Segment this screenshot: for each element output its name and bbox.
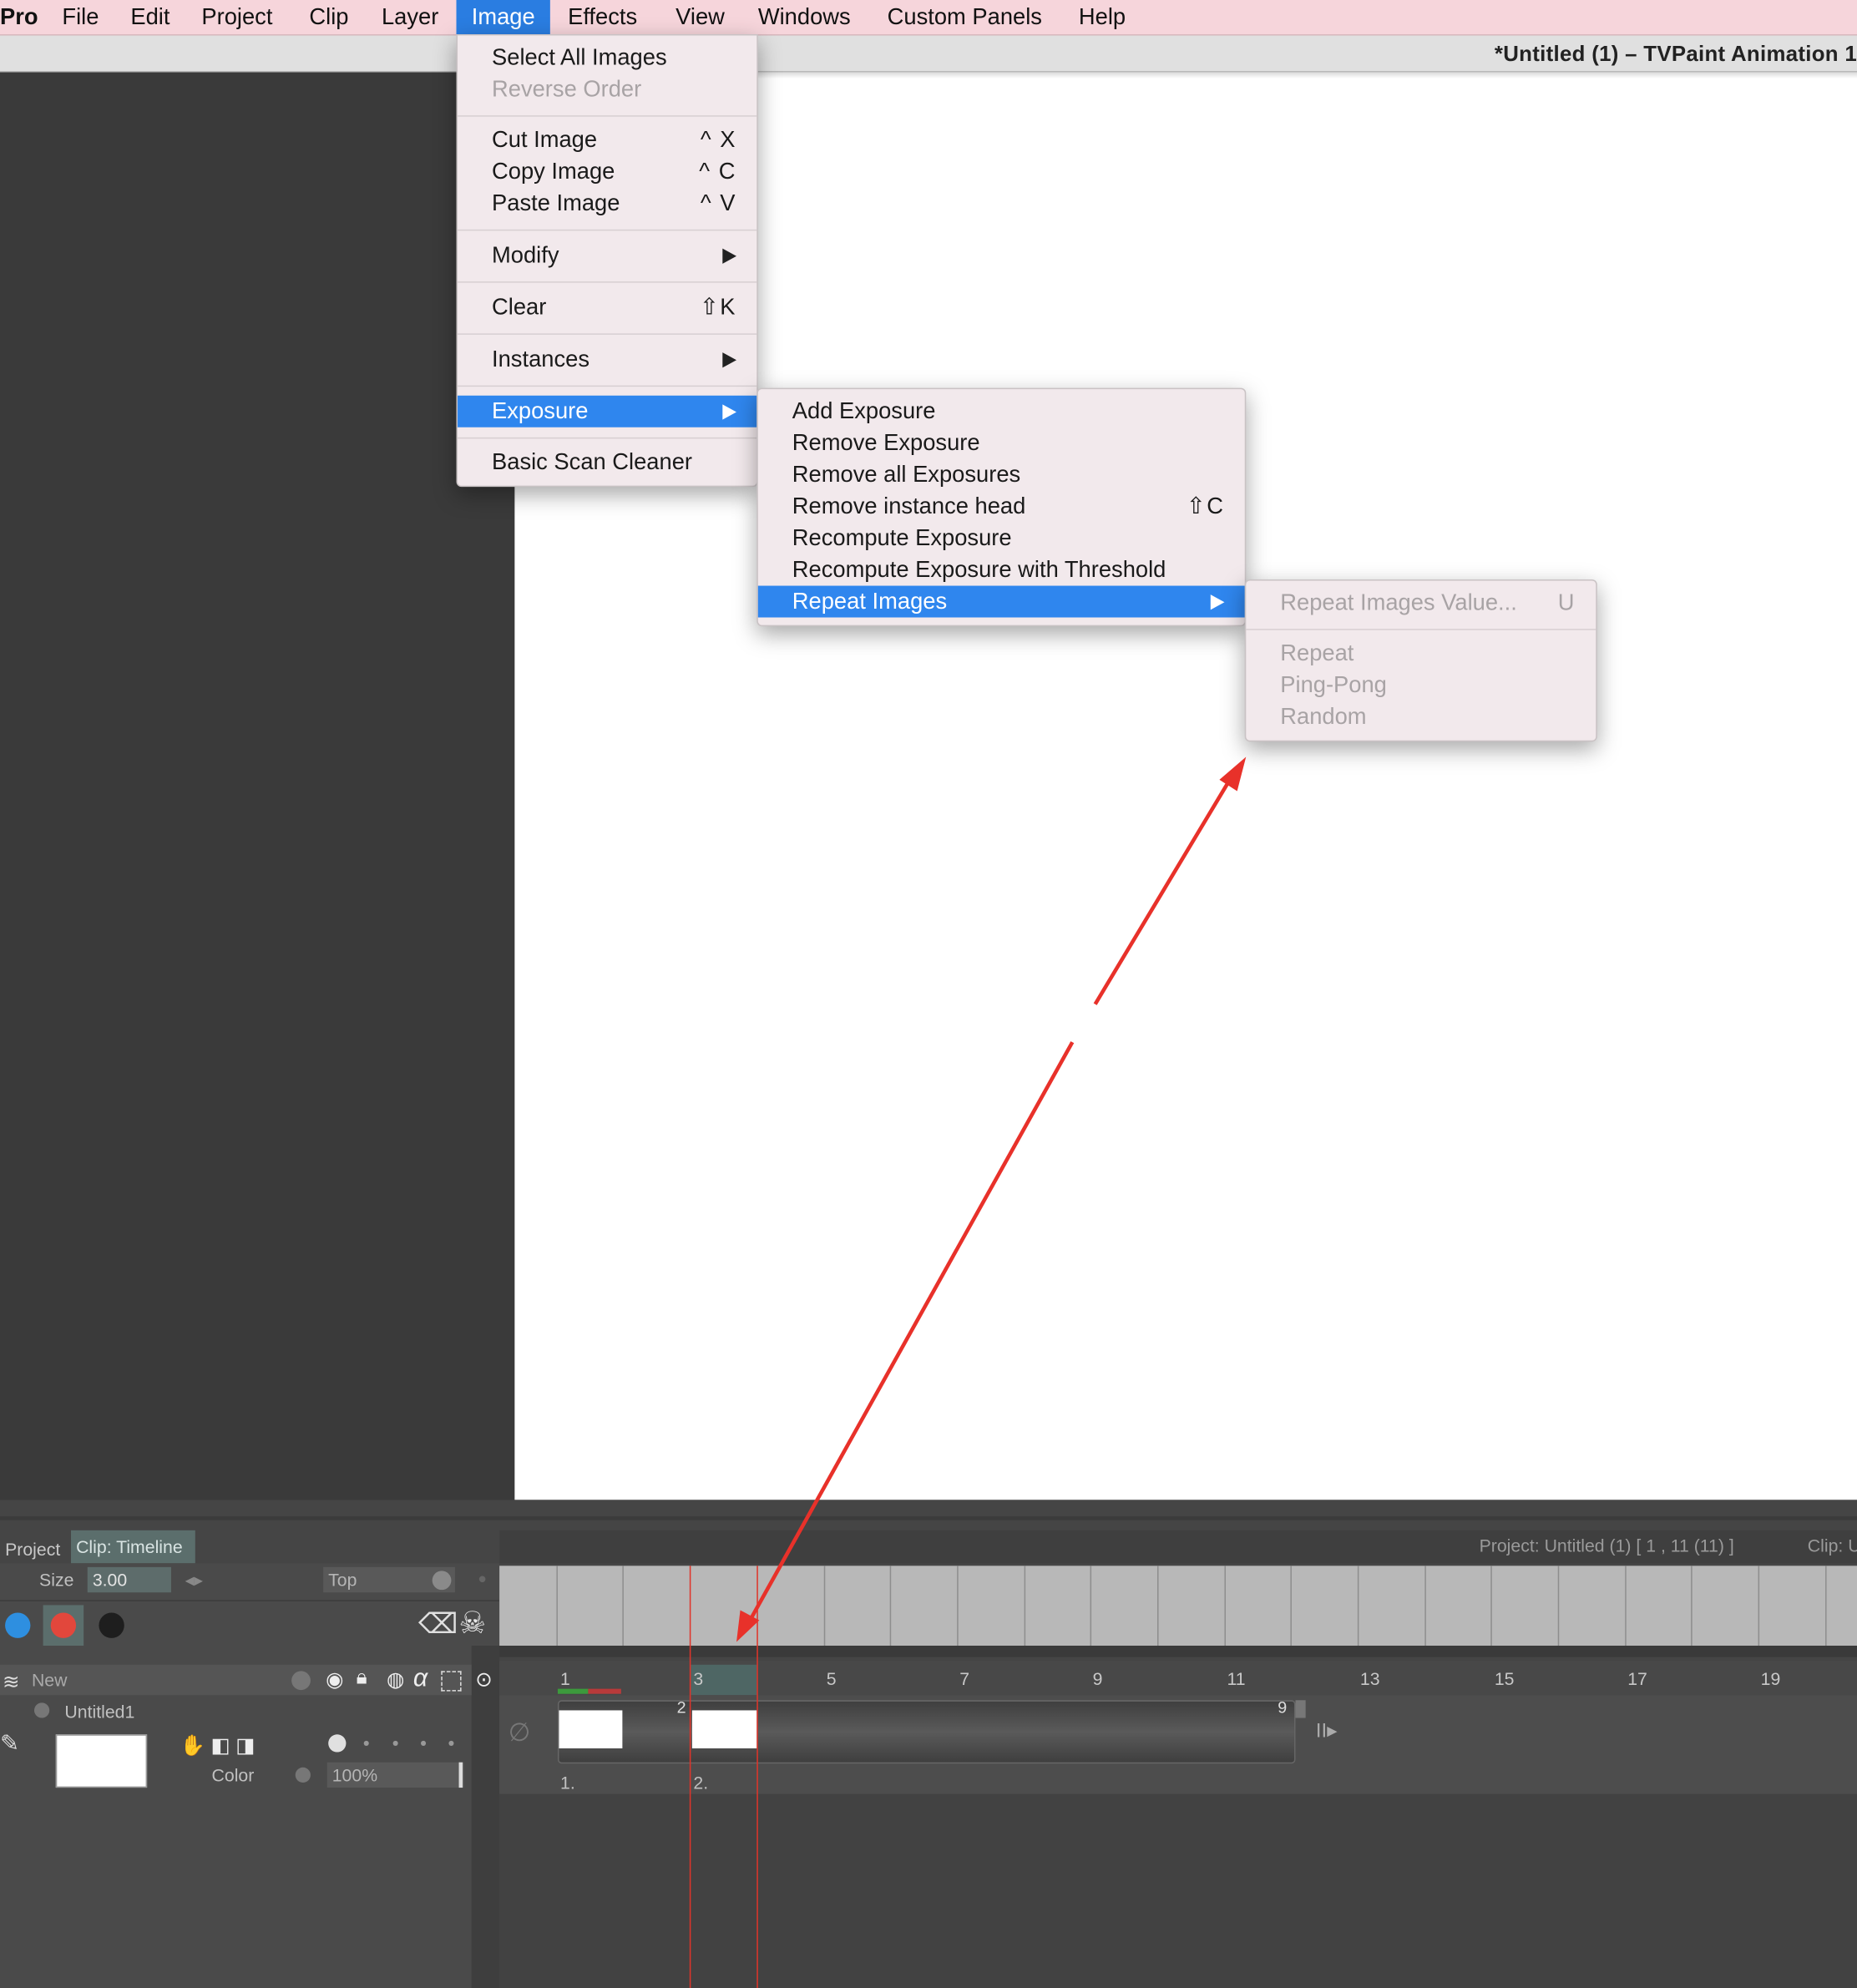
app-window: Pro File Edit Project Clip Layer Image E… [0, 0, 1857, 1988]
annotation-arrow-lower-line [746, 1041, 1075, 1626]
annotation-arrow-upper-line [1093, 775, 1234, 1005]
arrowhead-down-icon [736, 1610, 760, 1642]
arrowhead-up-icon [1219, 756, 1247, 792]
annotation-arrow [736, 756, 1247, 1642]
